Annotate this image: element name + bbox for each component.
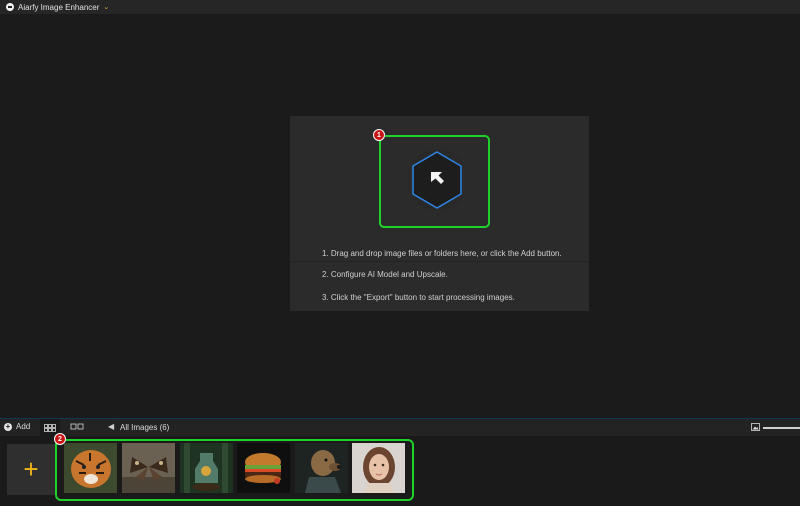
drop-zone[interactable] — [379, 135, 490, 228]
compare-view-button[interactable] — [70, 422, 84, 432]
thumbnail-tiger[interactable] — [64, 443, 117, 493]
thumbnail-woman-portrait[interactable] — [352, 443, 405, 493]
bottom-toolbar: + Add ◀ All Images (6) — [0, 418, 800, 436]
upload-hexagon-icon[interactable] — [406, 148, 468, 214]
thumbnail-forest-potion[interactable] — [180, 443, 233, 493]
app-logo-icon — [6, 3, 14, 11]
instruction-step-2: 2. Configure AI Model and Upscale. — [322, 270, 448, 279]
filmstrip: + 2 — [0, 433, 800, 506]
thumbnail-size-icon — [751, 423, 760, 431]
chevron-down-icon[interactable]: ⌄ — [103, 3, 109, 11]
grid-view-icon — [44, 423, 56, 432]
instruction-step-1: 1. Drag and drop image files or folders … — [322, 249, 562, 258]
add-button[interactable]: + Add — [4, 422, 30, 431]
thumbnail-burger[interactable] — [237, 443, 290, 493]
thumbnail-size-slider[interactable] — [763, 427, 800, 429]
all-images-label[interactable]: All Images (6) — [120, 423, 169, 432]
compare-view-icon — [70, 423, 84, 430]
thumbnail-dog-portrait[interactable] — [295, 443, 348, 493]
instruction-step-3: 3. Click the "Export" button to start pr… — [322, 293, 515, 302]
step-badge-1: 1 — [373, 129, 385, 141]
drop-panel[interactable]: 1 1. Drag and drop image files or folder… — [290, 116, 589, 311]
title-bar: Aiarfy Image Enhancer ⌄ — [0, 0, 800, 14]
add-image-tile[interactable]: + — [7, 444, 55, 495]
thumbnail-butterfly[interactable] — [122, 443, 175, 493]
app-title: Aiarfy Image Enhancer — [18, 2, 100, 12]
add-label: Add — [16, 422, 31, 431]
plus-circle-icon: + — [4, 421, 12, 431]
divider — [290, 261, 589, 262]
back-arrow-icon[interactable]: ◀ — [108, 422, 114, 431]
